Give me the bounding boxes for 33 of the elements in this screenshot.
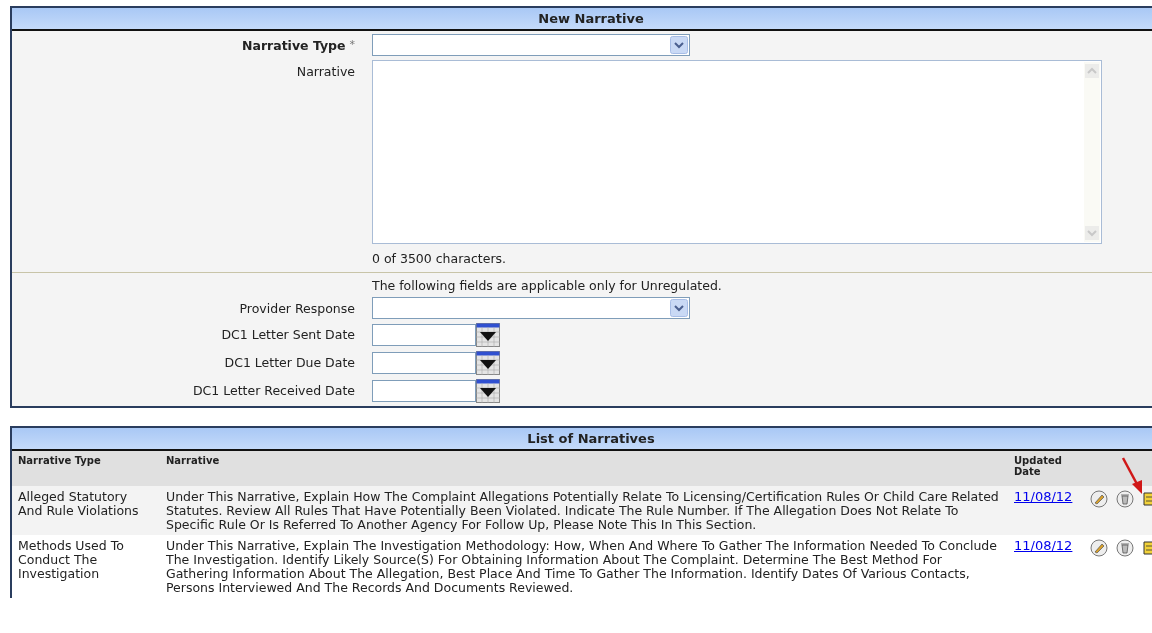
date-field[interactable] <box>372 324 476 346</box>
table-cell: Under This Narrative, Explain The Investigation Methodology: How, When And Where To Gather The Information Needed To Conclude The Investigation. Identify Likely Source(S) For Obtaining Information About The Complaint. Determine The Best Method For Gathering Information About The Allegation, Best Place And Time To Gather The Information. Identify Dates Of Various Contacts, Persons Interviewed And The Records And Documents Reviewed. <box>160 535 1008 598</box>
column-header: Narrative <box>160 451 1008 486</box>
calendar-icon[interactable] <box>476 351 500 375</box>
date-link[interactable]: 11/08/12 <box>1014 538 1073 553</box>
dropdown-field[interactable] <box>372 34 690 56</box>
scroll-icon[interactable] <box>1142 539 1152 557</box>
table-cell: Under This Narrative, Explain How The Complaint Allegations Potentially Relate To Licensing/Certification Rules Or Child Care Related Statutes. Review All Rules That Have Potentially Been Violated. Indicate The Rule Number. If The Allegation Does Not Relate To Specific Rule Or Is Referred To Another Agency For Follow Up, Please Note This In This Section. <box>160 486 1008 535</box>
column-header: Narrative Type <box>12 451 160 486</box>
delete-icon[interactable] <box>1116 490 1134 508</box>
panel-title: New Narrative <box>12 8 1152 31</box>
character-counter: 0 of 3500 characters. <box>372 251 508 266</box>
field-label: DC1 Letter Due Date <box>224 355 355 370</box>
column-header: Updated Date <box>1008 451 1080 486</box>
delete-icon[interactable] <box>1116 539 1134 557</box>
field-label: DC1 Letter Received Date <box>192 383 355 398</box>
edit-icon[interactable] <box>1090 490 1108 508</box>
date-field[interactable] <box>372 352 476 374</box>
dropdown-field[interactable] <box>372 297 690 319</box>
panel-title: List of Narratives <box>12 428 1152 451</box>
edit-icon[interactable] <box>1090 539 1108 557</box>
table-cell: Methods Used To Conduct The Investigation <box>12 535 160 598</box>
calendar-icon[interactable] <box>476 379 500 403</box>
info-note: The following fields are applicable only for Unregulated. <box>372 278 723 293</box>
scroll-icon[interactable] <box>1142 490 1152 508</box>
field-label: DC1 Letter Sent Date <box>221 327 355 342</box>
field-label: Provider Response <box>239 301 355 316</box>
field-label: Narrative <box>296 64 355 79</box>
field-label: Narrative Type <box>242 38 346 53</box>
date-field[interactable] <box>372 380 476 402</box>
table-cell: Alleged Statutory And Rule Violations <box>12 486 160 535</box>
calendar-icon[interactable] <box>476 323 500 347</box>
required-mark: * <box>349 38 355 51</box>
